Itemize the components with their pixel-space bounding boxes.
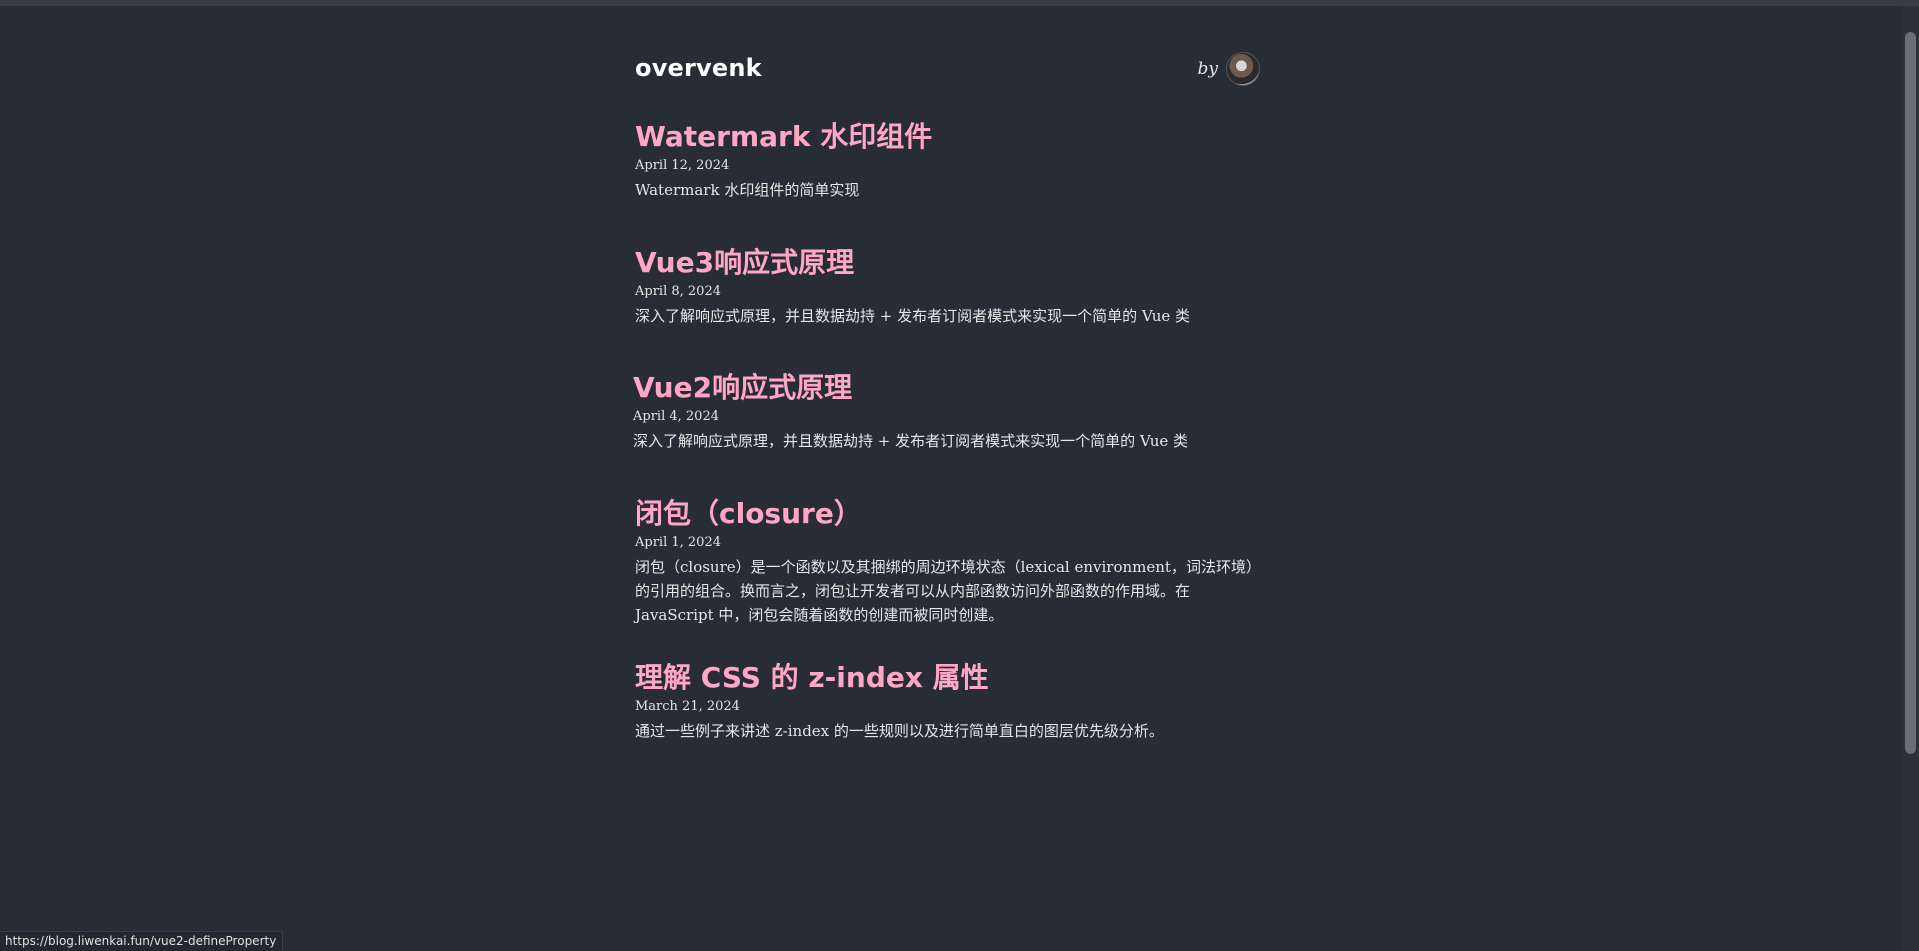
site-title-link[interactable]: overvenk: [635, 54, 762, 82]
scrollbar-thumb[interactable]: [1905, 32, 1916, 754]
post-date: April 8, 2024: [635, 284, 721, 299]
post-excerpt: Watermark 水印组件的简单实现: [635, 181, 860, 199]
byline: by: [1197, 52, 1260, 86]
post-excerpt: 深入了解响应式原理，并且数据劫持 + 发布者订阅者模式来实现一个简单的 Vue …: [635, 307, 1191, 325]
post-date: April 12, 2024: [635, 158, 730, 173]
post-item: Vue2响应式原理 April 4, 2024 深入了解响应式原理，并且数据劫持…: [633, 371, 1258, 453]
browser-top-border: [0, 0, 1919, 6]
post-item: Vue3响应式原理 April 8, 2024 深入了解响应式原理，并且数据劫持…: [635, 246, 1260, 328]
post-date: April 4, 2024: [633, 409, 719, 424]
post-date: March 21, 2024: [635, 699, 740, 714]
vertical-scrollbar[interactable]: [1902, 6, 1919, 951]
post-excerpt: 闭包（closure）是一个函数以及其捆绑的周边环境状态（lexical env…: [635, 558, 1254, 624]
post-excerpt: 深入了解响应式原理，并且数据劫持 + 发布者订阅者模式来实现一个简单的 Vue …: [633, 432, 1189, 450]
post-excerpt: 通过一些例子来讲述 z-index 的一些规则以及进行简单直白的图层优先级分析。: [635, 722, 1164, 740]
post-title-link[interactable]: Vue3响应式原理: [635, 246, 1260, 280]
post-item: 闭包（closure） April 1, 2024 闭包（closure）是一个…: [635, 497, 1260, 627]
post-title-link[interactable]: 闭包（closure）: [635, 497, 1260, 531]
post-title-link[interactable]: Watermark 水印组件: [635, 120, 1260, 154]
post-date: April 1, 2024: [635, 535, 721, 550]
post-title-link[interactable]: Vue2响应式原理: [633, 371, 1258, 405]
site-header: overvenk by: [635, 48, 1260, 94]
author-avatar[interactable]: [1226, 52, 1260, 86]
status-bar-url: https://blog.liwenkai.fun/vue2-definePro…: [0, 931, 284, 951]
post-title-link[interactable]: 理解 CSS 的 z-index 属性: [635, 661, 1260, 695]
post-item: Watermark 水印组件 April 12, 2024 Watermark …: [635, 120, 1260, 202]
by-label: by: [1197, 59, 1219, 79]
post-item: 理解 CSS 的 z-index 属性 March 21, 2024 通过一些例…: [635, 661, 1260, 743]
blog-container: overvenk by Watermark 水印组件 April 12, 202…: [633, 48, 1260, 740]
